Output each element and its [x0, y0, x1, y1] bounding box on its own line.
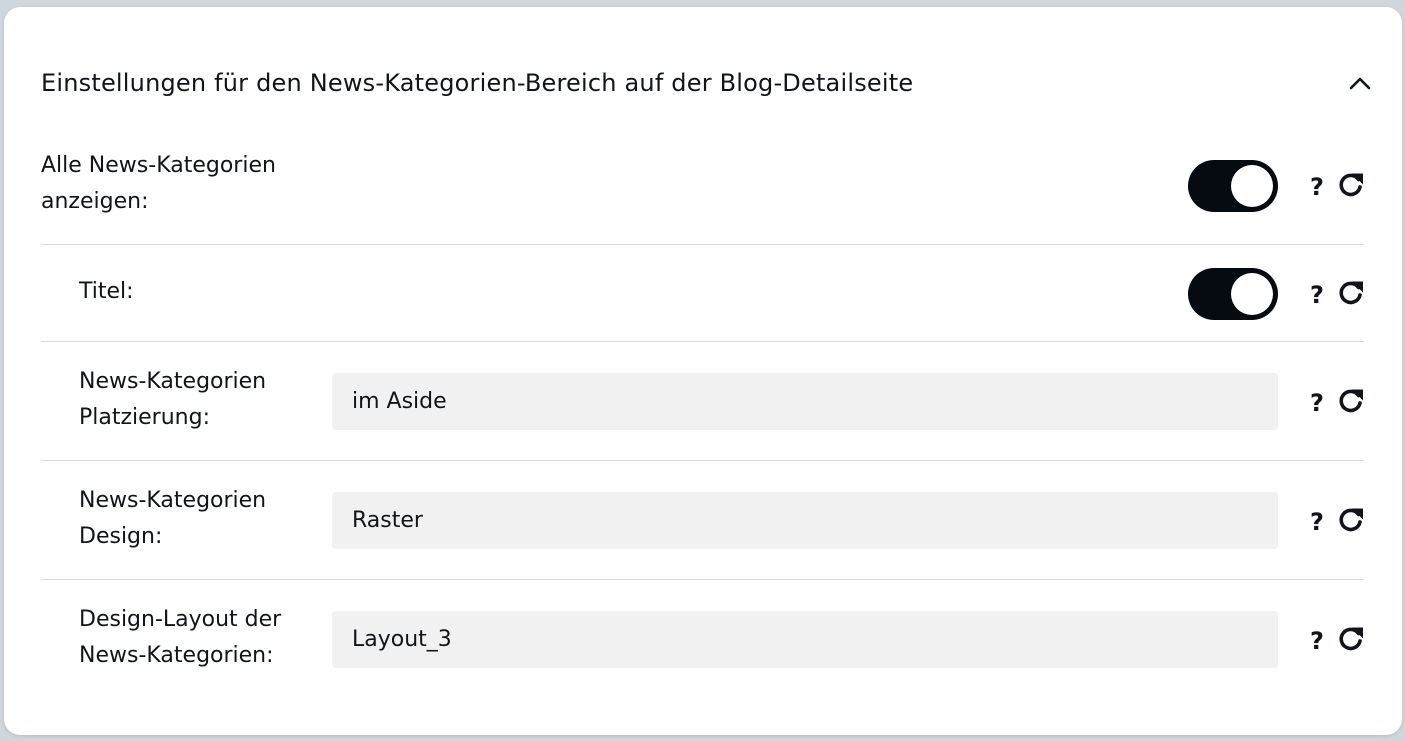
panel-title: Einstellungen für den News-Kategorien-Be… [41, 69, 914, 97]
setting-row-title: Titel: ? [41, 245, 1364, 342]
title-toggle[interactable] [1188, 268, 1278, 320]
refresh-icon[interactable] [1335, 169, 1367, 201]
setting-row-layout: Design-Layout der News-Kategorien: Layou… [41, 580, 1364, 699]
question-icon[interactable]: ? [1307, 627, 1327, 655]
placement-select[interactable]: im Aside [332, 373, 1278, 430]
settings-panel: Einstellungen für den News-Kategorien-Be… [4, 7, 1402, 735]
question-icon[interactable]: ? [1307, 281, 1327, 309]
question-icon[interactable]: ? [1307, 508, 1327, 536]
setting-row-show-all: Alle News-Kategorien anzeigen: ? [41, 145, 1364, 245]
toggle-knob [1231, 165, 1273, 207]
design-select[interactable]: Raster [332, 492, 1278, 549]
setting-row-design: News-Kategorien Design: Raster ? [41, 461, 1364, 580]
setting-row-placement: News-Kategorien Platzierung: im Aside ? [41, 342, 1364, 461]
refresh-icon[interactable] [1335, 277, 1367, 309]
panel-header[interactable]: Einstellungen für den News-Kategorien-Be… [41, 63, 1371, 103]
show-all-toggle[interactable] [1188, 160, 1278, 212]
toggle-knob [1231, 273, 1273, 315]
setting-label: Alle News-Kategorien anzeigen: [41, 153, 276, 214]
refresh-icon[interactable] [1335, 385, 1367, 417]
question-icon[interactable]: ? [1307, 389, 1327, 417]
setting-label: Titel: [79, 279, 134, 304]
setting-label: Design-Layout der News-Kategorien: [79, 607, 282, 668]
question-icon[interactable]: ? [1307, 173, 1327, 201]
setting-label: News-Kategorien Design: [79, 488, 267, 549]
layout-select[interactable]: Layout_3 [332, 611, 1278, 668]
chevron-up-icon[interactable] [1344, 67, 1376, 99]
refresh-icon[interactable] [1335, 623, 1367, 655]
setting-label: News-Kategorien Platzierung: [79, 369, 267, 430]
refresh-icon[interactable] [1335, 504, 1367, 536]
